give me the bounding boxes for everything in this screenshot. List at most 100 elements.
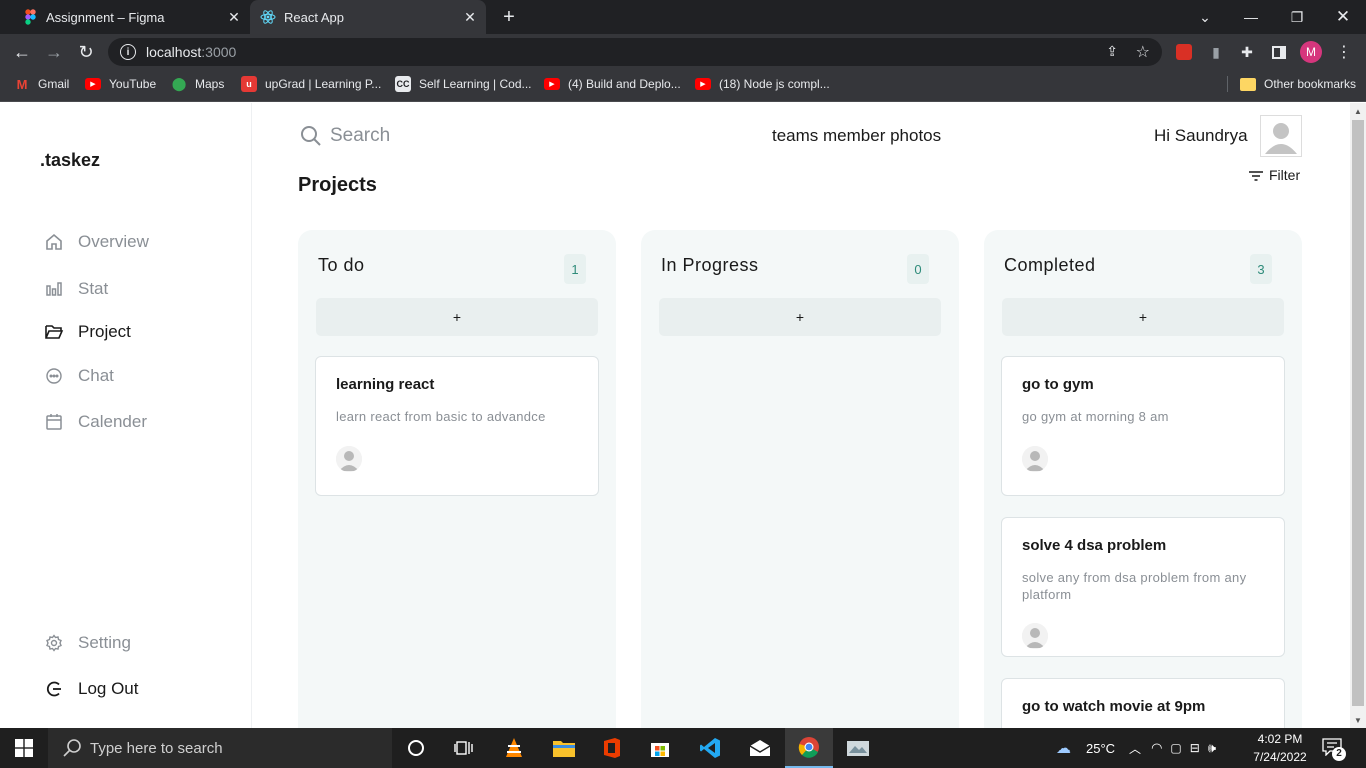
weather-temp[interactable]: 25°C xyxy=(1086,741,1115,756)
scrollbar-thumb[interactable] xyxy=(1352,120,1364,706)
react-icon xyxy=(260,9,276,25)
start-button[interactable] xyxy=(0,728,48,768)
sidebar-item-label: Calender xyxy=(78,412,147,431)
bookmark-label: (4) Build and Deplo... xyxy=(568,77,681,91)
search-icon xyxy=(300,125,322,147)
windows-taskbar: Type here to search ☁ 25°C ︿ ◠ ▢ ⊟ 🕪 4:0… xyxy=(0,728,1366,768)
column-count-badge: 3 xyxy=(1250,254,1272,284)
user-avatar[interactable] xyxy=(1260,115,1302,157)
task-view-icon[interactable] xyxy=(440,728,488,768)
assignee-avatar[interactable] xyxy=(1022,623,1048,649)
bookmark-label: Self Learning | Cod... xyxy=(419,77,532,91)
bookmark-maps[interactable]: ⬤ Maps xyxy=(171,70,225,98)
bookmark-gmail[interactable]: M Gmail xyxy=(14,70,70,98)
volume-icon[interactable]: 🕪 xyxy=(1208,740,1216,756)
task-card[interactable]: learning react learn react from basic to… xyxy=(315,356,599,496)
browser-tab-figma[interactable]: Assignment – Figma ✕ xyxy=(0,0,250,34)
photos-icon[interactable] xyxy=(834,728,882,768)
bookmark-star-icon[interactable]: ☆ xyxy=(1136,42,1150,62)
page-scrollbar[interactable]: ▲ ▼ xyxy=(1350,103,1366,728)
assignee-avatar[interactable] xyxy=(336,446,362,472)
filter-icon xyxy=(1248,169,1264,181)
tab-search-chevron-icon[interactable]: ⌄ xyxy=(1182,0,1228,34)
assignee-avatar[interactable] xyxy=(1022,446,1048,472)
sidebar-item-chat[interactable]: Chat xyxy=(44,362,114,390)
sidebar-item-label: Stat xyxy=(78,279,109,298)
sidebar-item-overview[interactable]: Overview xyxy=(44,228,149,256)
chrome-icon[interactable] xyxy=(785,728,833,768)
chat-icon xyxy=(44,366,64,386)
microsoft-store-icon[interactable] xyxy=(636,728,684,768)
back-button[interactable]: ← xyxy=(10,40,34,64)
app-logo[interactable]: .taskez xyxy=(40,150,100,171)
vlc-icon[interactable] xyxy=(490,728,538,768)
close-icon[interactable]: ✕ xyxy=(226,9,242,25)
extensions-puzzle-icon[interactable]: ✚ xyxy=(1237,42,1257,62)
site-info-icon[interactable]: i xyxy=(120,44,136,60)
clock-date: 7/24/2022 xyxy=(1253,750,1307,764)
filter-button[interactable]: Filter xyxy=(1248,167,1300,183)
browser-tab-react[interactable]: React App ✕ xyxy=(250,0,486,34)
bookmark-nodejs[interactable]: ▶ (18) Node js compl... xyxy=(695,70,830,98)
wifi-icon[interactable]: ◠ xyxy=(1151,740,1162,756)
other-bookmarks[interactable]: Other bookmarks xyxy=(1240,70,1356,98)
gmail-icon: M xyxy=(16,76,28,92)
share-icon[interactable]: ⇪ xyxy=(1106,43,1118,60)
minimize-button[interactable]: — xyxy=(1228,0,1274,34)
extension-grey-icon[interactable]: ▮ xyxy=(1206,42,1226,62)
task-card[interactable]: go to watch movie at 9pm xyxy=(1001,678,1285,728)
device-icon[interactable]: ▢ xyxy=(1170,741,1181,755)
sidebar-item-logout[interactable]: Log Out xyxy=(44,675,139,703)
bookmark-label: Other bookmarks xyxy=(1264,77,1357,91)
notifications-icon[interactable]: 2 xyxy=(1322,738,1346,761)
taskbar-search[interactable]: Type here to search xyxy=(48,728,392,768)
task-card[interactable]: go to gym go gym at morning 8 am xyxy=(1001,356,1285,496)
network-icon[interactable]: ⊟ xyxy=(1190,741,1200,755)
cortana-icon[interactable] xyxy=(392,728,440,768)
task-card[interactable]: solve 4 dsa problem solve any from dsa p… xyxy=(1001,517,1285,657)
bookmark-build-deploy[interactable]: ▶ (4) Build and Deplo... xyxy=(544,70,681,98)
vscode-icon[interactable] xyxy=(686,728,734,768)
bookmark-self-learning[interactable]: CC Self Learning | Cod... xyxy=(395,70,532,98)
file-explorer-icon[interactable] xyxy=(540,728,588,768)
column-title: Completed xyxy=(1004,255,1096,275)
upgrad-icon: u xyxy=(241,76,257,92)
address-bar[interactable]: i localhost:3000 ⇪ ☆ xyxy=(108,38,1162,66)
restore-button[interactable]: ❐ xyxy=(1274,0,1320,34)
sidebar-item-stat[interactable]: Stat xyxy=(44,275,108,303)
sidebar-item-calender[interactable]: Calender xyxy=(44,408,147,436)
add-task-button[interactable]: + xyxy=(659,298,941,336)
bar-chart-icon xyxy=(44,279,64,299)
office-icon[interactable] xyxy=(588,728,636,768)
forward-button[interactable]: → xyxy=(42,40,66,64)
sidebar-item-project[interactable]: Project xyxy=(44,318,131,346)
gear-icon xyxy=(44,633,64,653)
mail-icon[interactable] xyxy=(736,728,784,768)
profile-avatar[interactable]: M xyxy=(1300,41,1322,63)
new-tab-button[interactable]: + xyxy=(498,7,520,27)
reload-button[interactable]: ↻ xyxy=(74,40,98,64)
extension-red-icon[interactable] xyxy=(1174,42,1194,62)
column-in-progress: In Progress 0 + xyxy=(641,230,959,728)
bookmark-upgrad[interactable]: u upGrad | Learning P... xyxy=(241,70,381,98)
side-panel-icon[interactable] xyxy=(1269,42,1289,62)
scroll-up-icon[interactable]: ▲ xyxy=(1354,107,1362,116)
bookmark-label: (18) Node js compl... xyxy=(719,77,830,91)
add-task-button[interactable]: + xyxy=(1002,298,1284,336)
sidebar-item-label: Log Out xyxy=(78,679,139,698)
team-members-text: teams member photos xyxy=(772,126,942,145)
bookmark-label: YouTube xyxy=(109,77,157,91)
sidebar-item-label: Project xyxy=(78,322,131,341)
scroll-down-icon[interactable]: ▼ xyxy=(1354,716,1362,725)
search-box[interactable]: Search xyxy=(300,125,390,147)
bookmark-label: Maps xyxy=(195,77,225,91)
close-icon[interactable]: ✕ xyxy=(462,9,478,25)
add-task-button[interactable]: + xyxy=(316,298,598,336)
sidebar-item-label: Overview xyxy=(78,232,149,251)
sidebar-item-setting[interactable]: Setting xyxy=(44,629,131,657)
clock[interactable]: 4:02 PM 7/24/2022 xyxy=(1245,730,1315,766)
window-close-button[interactable]: ✕ xyxy=(1320,0,1366,34)
more-menu-icon[interactable]: ⋮ xyxy=(1334,42,1354,62)
chevron-up-icon[interactable]: ︿ xyxy=(1129,740,1141,757)
bookmark-youtube[interactable]: ▶ YouTube xyxy=(85,70,156,98)
